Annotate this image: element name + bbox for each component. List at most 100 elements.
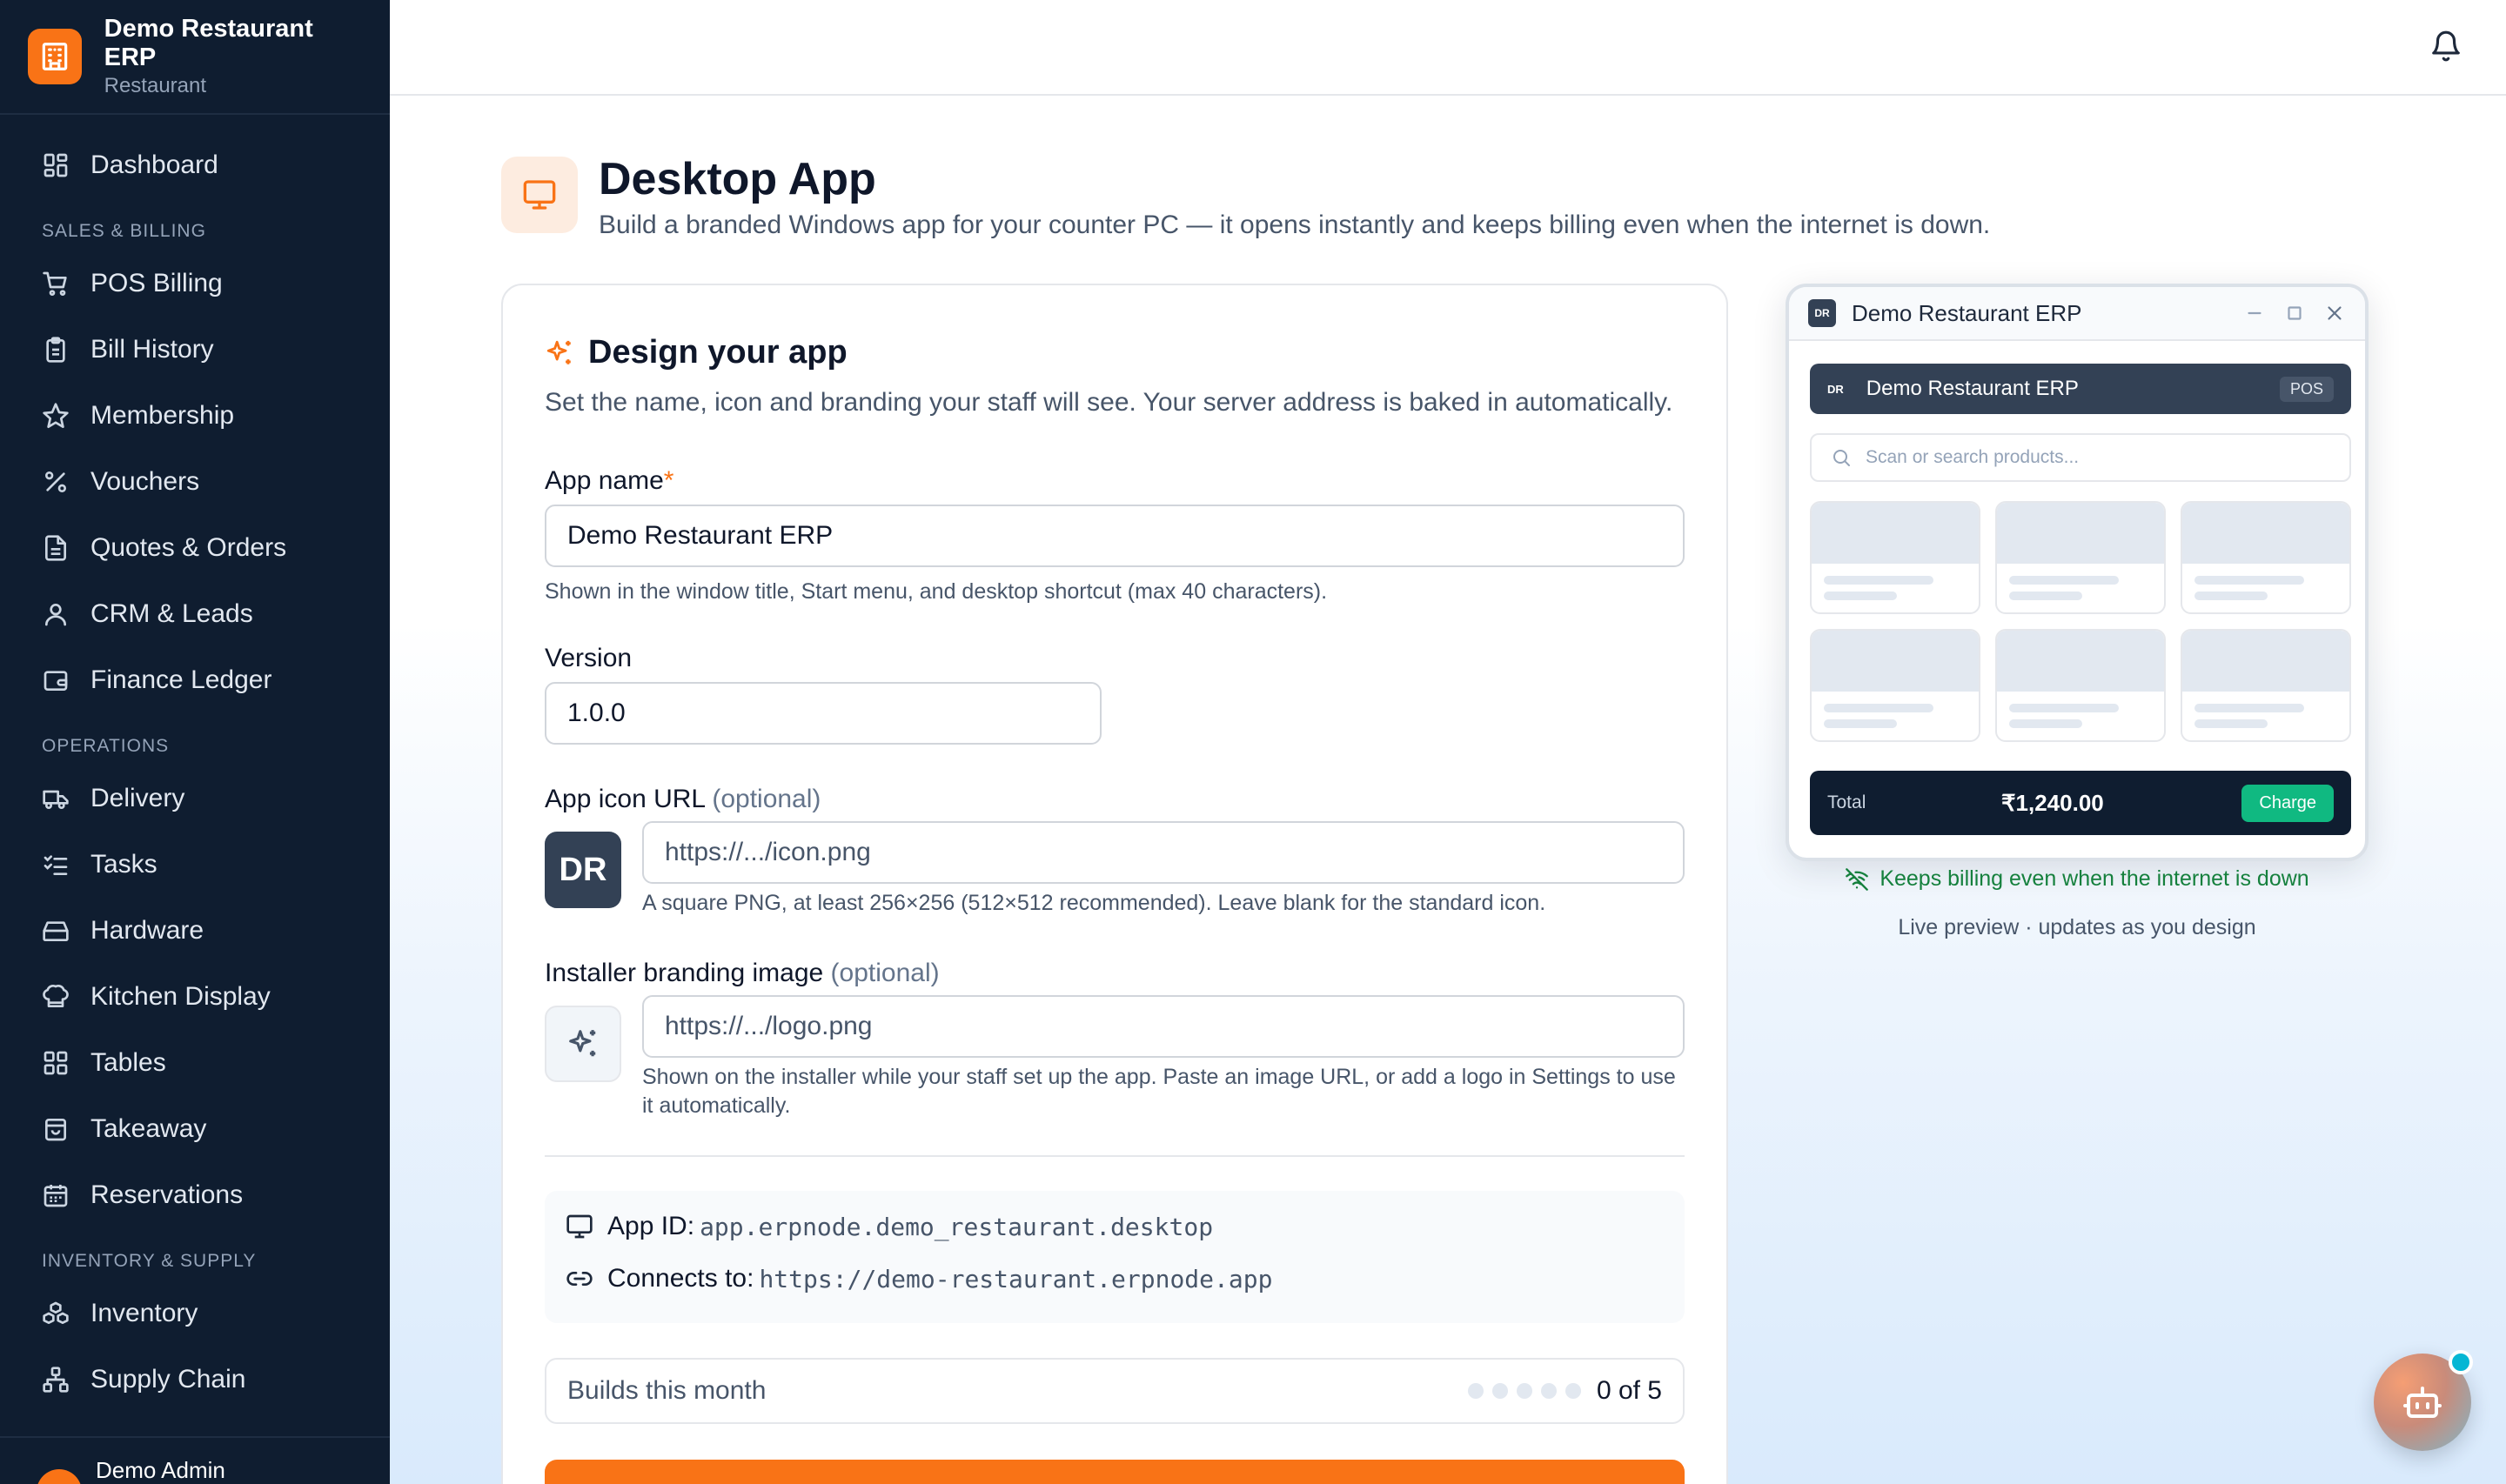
sidebar-item-crm-leads[interactable]: CRM & Leads: [0, 581, 390, 647]
required-mark: *: [663, 466, 674, 495]
build-usage-dot: [1516, 1383, 1532, 1399]
sidebar-item-tasks[interactable]: Tasks: [0, 832, 390, 898]
build-usage-dot: [1467, 1383, 1484, 1399]
topbar: [390, 0, 2506, 96]
live-preview-window: DR Demo Restaurant ERP DR Demo Restauran…: [1786, 284, 2369, 861]
sidebar-item-label: Tasks: [90, 850, 157, 879]
sidebar-item-bill-history[interactable]: Bill History: [0, 317, 390, 383]
calendar-icon: [44, 1185, 68, 1207]
preview-total-value: ₹1,240.00: [2001, 789, 2104, 816]
sidebar-item-pos-billing[interactable]: POS Billing: [0, 251, 390, 317]
app-info-box: App ID: app.erpnode.demo_restaurant.desk…: [545, 1191, 1685, 1323]
card-title: Design your app: [588, 334, 848, 371]
bot-icon: [2403, 1387, 2442, 1418]
icon-url-help: A square PNG, at least 256×256 (512×512 …: [642, 891, 1546, 915]
sidebar-item-hardware[interactable]: Hardware: [0, 898, 390, 964]
app-id-label: App ID:: [607, 1212, 695, 1240]
sparkles-icon: [546, 340, 571, 364]
preview-window-title: Demo Restaurant ERP: [1852, 299, 2082, 326]
version-input[interactable]: 1.0.0: [545, 682, 1102, 745]
sidebar-item-label: Takeaway: [90, 1114, 207, 1143]
builds-meter: Builds this month 0 of 5: [545, 1358, 1685, 1424]
link-icon: [566, 1272, 593, 1286]
app-name-input[interactable]: Demo Restaurant ERP: [545, 505, 1685, 567]
section-sales-billing: SALES & BILLING: [42, 221, 206, 241]
preview-app-header: DR Demo Restaurant ERP POS: [1810, 364, 2351, 414]
wifi-off-icon: [1846, 867, 1869, 891]
sidebar-item-delivery[interactable]: Delivery: [0, 765, 390, 832]
icon-url-input[interactable]: https://.../icon.png: [642, 821, 1685, 884]
app-id-value: app.erpnode.demo_restaurant.desktop: [700, 1212, 1214, 1241]
grid-icon: [44, 1051, 68, 1075]
brand-name: Demo Restaurant ERP: [104, 15, 313, 71]
builds-count: 0 of 5: [1596, 1376, 1662, 1405]
sidebar-item-label: Bill History: [90, 335, 214, 364]
app-name-label: App name*: [545, 466, 673, 496]
build-usage-dot: [1491, 1383, 1508, 1399]
sidebar-item-takeaway[interactable]: Takeaway: [0, 1096, 390, 1162]
section-operations: OPERATIONS: [42, 736, 170, 756]
sidebar-item-label: Membership: [90, 401, 235, 430]
build-button[interactable]: [545, 1460, 1685, 1484]
app-icon-preview: DR: [545, 832, 621, 908]
optional-tag: (optional): [712, 785, 821, 813]
bag-icon: [45, 1119, 66, 1141]
sidebar-item-quotes-orders[interactable]: Quotes & Orders: [0, 515, 390, 581]
build-usage-dot: [1565, 1383, 1581, 1399]
sidebar-item-label: Dashboard: [90, 150, 218, 179]
preview-product-tile: [1995, 501, 2166, 614]
sparkles-icon: [569, 1030, 596, 1057]
user-icon: [45, 604, 66, 626]
preview-app-badge-mini: DR: [1827, 382, 1844, 396]
icon-url-label-text: App icon URL: [545, 785, 705, 813]
design-card: Design your app Set the name, icon and b…: [501, 284, 1728, 1484]
brand[interactable]: Demo Restaurant ERP Restaurant: [0, 0, 390, 115]
avatar: [37, 1469, 82, 1484]
sidebar-item-membership[interactable]: Membership: [0, 383, 390, 449]
clipboard-icon: [46, 337, 65, 363]
preview-charge-button: Charge: [2241, 784, 2334, 822]
sidebar-item-reservations[interactable]: Reservations: [0, 1162, 390, 1228]
preview-caption: Live preview · updates as you design: [1898, 915, 2256, 939]
sidebar-item-kitchen-display[interactable]: Kitchen Display: [0, 964, 390, 1030]
checklist-icon: [44, 855, 68, 875]
status-dot: [2449, 1350, 2473, 1374]
preview-product-tile: [2181, 629, 2351, 742]
percent-icon: [45, 471, 66, 492]
sidebar-item-inventory[interactable]: Inventory: [0, 1280, 390, 1347]
preview-product-tile: [1810, 629, 1980, 742]
app-name-help: Shown in the window title, Start menu, a…: [545, 579, 1328, 604]
user-menu[interactable]: Demo Admin: [0, 1436, 390, 1484]
sidebar-item-label: Finance Ledger: [90, 665, 272, 694]
sidebar-item-label: Supply Chain: [90, 1365, 246, 1394]
optional-tag: (optional): [830, 959, 940, 987]
sidebar-item-label: Inventory: [90, 1299, 198, 1327]
sidebar-item-dashboard[interactable]: Dashboard: [0, 132, 390, 198]
star-icon: [43, 403, 69, 428]
dashboard-icon: [44, 153, 68, 177]
connects-label: Connects to:: [607, 1264, 754, 1293]
builds-dots: [1467, 1383, 1581, 1399]
sidebar-item-tables[interactable]: Tables: [0, 1030, 390, 1096]
search-icon: [1833, 450, 1850, 466]
divider: [545, 1155, 1685, 1157]
preview-app-badge: DR: [1808, 299, 1836, 327]
sidebar-nav: Dashboard SALES & BILLING POS Billing Bi…: [0, 115, 390, 1413]
minimize-icon: [2248, 311, 2261, 315]
branding-url-input[interactable]: https://.../logo.png: [642, 995, 1685, 1058]
sidebar-item-finance-ledger[interactable]: Finance Ledger: [0, 647, 390, 713]
maximize-icon: [2288, 306, 2302, 320]
main-content: Desktop App Build a branded Windows app …: [390, 96, 2506, 1484]
building-icon: [28, 29, 82, 84]
preview-product-tile: [1995, 629, 2166, 742]
sidebar-item-label: Kitchen Display: [90, 982, 271, 1011]
sidebar-item-supply-chain[interactable]: Supply Chain: [0, 1347, 390, 1413]
preview-product-tile: [1810, 501, 1980, 614]
monitor-icon: [566, 1214, 593, 1239]
page-header: Desktop App Build a branded Windows app …: [501, 154, 1990, 240]
bell-icon[interactable]: [2429, 30, 2462, 63]
branding-label-text: Installer branding image: [545, 959, 824, 987]
preview-product-tile: [2181, 501, 2351, 614]
sidebar-item-vouchers[interactable]: Vouchers: [0, 449, 390, 515]
sidebar-item-label: Hardware: [90, 916, 204, 945]
